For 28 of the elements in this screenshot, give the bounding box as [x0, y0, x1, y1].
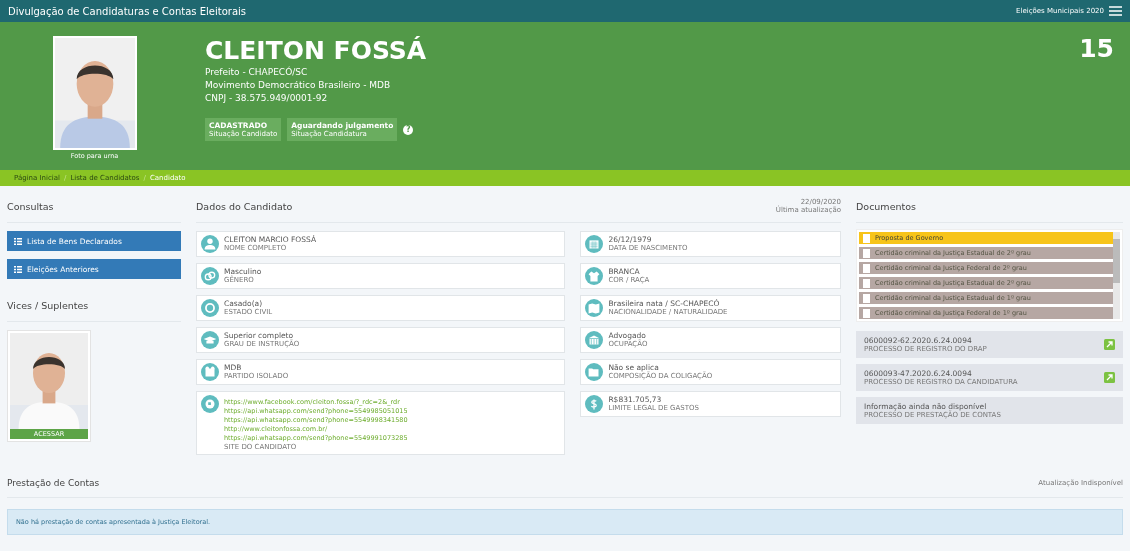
- section-title: Prestação de Contas: [7, 478, 100, 488]
- candidate-detail: Movimento Democrático Brasileiro - MDB: [205, 79, 392, 92]
- gender-icon: [201, 267, 219, 285]
- menu-icon[interactable]: [1109, 6, 1122, 16]
- external-link-icon[interactable]: [1104, 339, 1115, 350]
- building-icon: [585, 331, 604, 349]
- shirt-icon: [585, 267, 604, 285]
- list-icon: [14, 237, 22, 245]
- dollar-icon: [585, 395, 604, 413]
- candidate-detail: CNPJ - 38.575.949/0001-92: [205, 92, 329, 105]
- folder-icon: [585, 363, 604, 381]
- candidate-detail: Prefeito - CHAPECÓ/SC: [205, 66, 309, 79]
- ring-icon: [201, 299, 219, 317]
- section-title: Documentos: [856, 200, 916, 212]
- candidate-name: CLEITON FOSSÁ: [205, 36, 427, 66]
- candidate-number: 15: [1079, 34, 1114, 63]
- person-icon: [201, 235, 219, 253]
- section-title: Consultas: [7, 200, 54, 212]
- section-title: Vices / Suplentes: [7, 299, 89, 311]
- external-link-icon[interactable]: [1104, 372, 1115, 383]
- calendar-icon: [585, 235, 604, 253]
- map-icon: [585, 299, 604, 317]
- site-title: Divulgação de Candidaturas e Contas Eleitorais: [8, 5, 247, 17]
- help-icon[interactable]: ?: [403, 124, 414, 135]
- scrollbar[interactable]: [1113, 232, 1120, 319]
- graduation-cap-icon: [201, 331, 219, 349]
- list-icon: [14, 265, 22, 273]
- section-title: Dados do Candidato: [196, 200, 293, 212]
